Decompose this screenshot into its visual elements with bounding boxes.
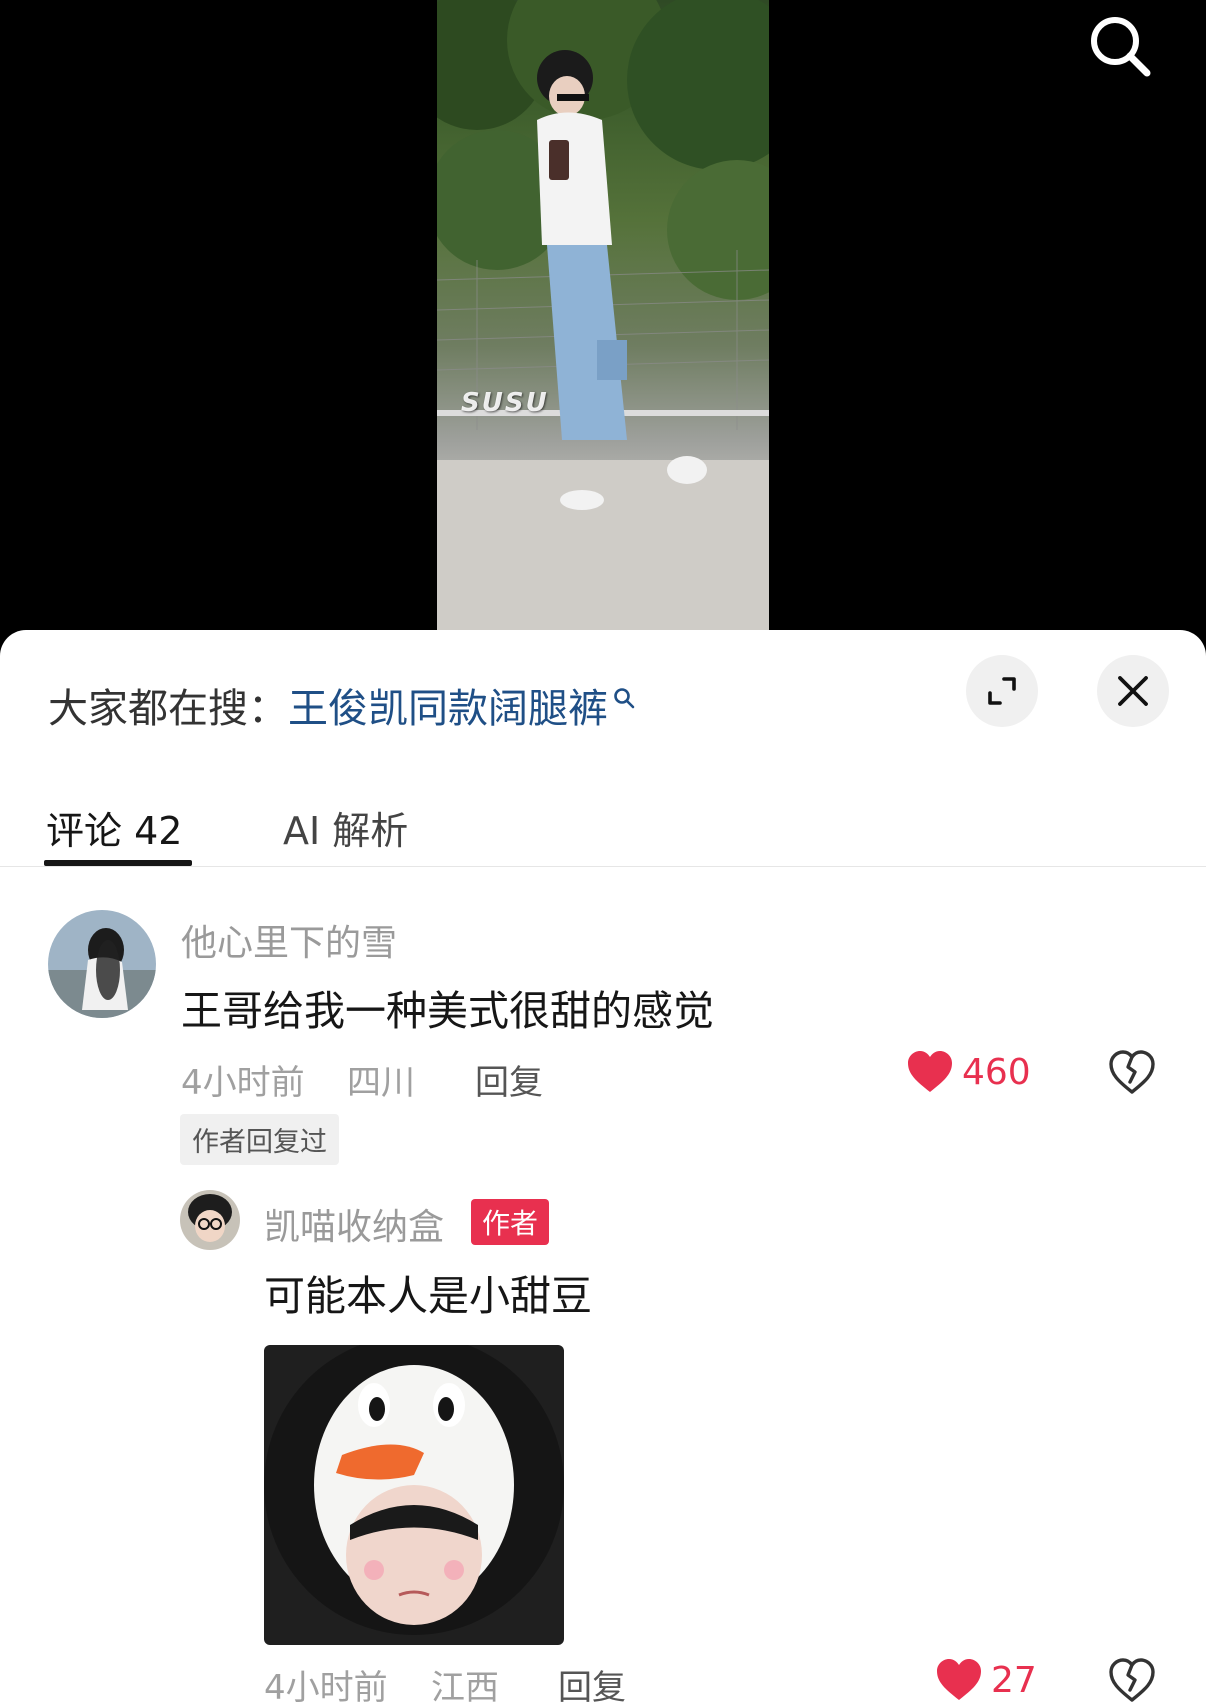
heart-icon: [937, 1659, 981, 1700]
dislike-button[interactable]: [1108, 1050, 1156, 1100]
hot-search-bar: 大家都在搜：王俊凯同款阔腿裤: [48, 676, 636, 734]
video-player[interactable]: SUSU: [0, 0, 1206, 640]
heart-icon: [908, 1051, 952, 1092]
comment-text: 王哥给我一种美式很甜的感觉: [181, 987, 714, 1035]
comments-sheet: 大家都在搜：王俊凯同款阔腿裤 评论 42 AI 解析 他心里下的雪 王哥给我一种…: [0, 630, 1206, 1707]
comment-username[interactable]: 他心里下的雪: [181, 914, 397, 966]
hot-search-keyword[interactable]: 王俊凯同款阔腿裤: [288, 686, 608, 732]
reply-reply-button[interactable]: 回复: [558, 1660, 626, 1707]
comment-time: 4小时前: [181, 1063, 305, 1103]
expand-button[interactable]: [966, 655, 1038, 727]
like-count: 460: [962, 1051, 1031, 1093]
reply-dislike-button[interactable]: [1108, 1658, 1156, 1707]
reply-text: 可能本人是小甜豆: [264, 1272, 592, 1320]
comment-location: 四川: [347, 1063, 415, 1103]
reply-username[interactable]: 凯喵收纳盒: [264, 1198, 444, 1250]
search-icon: [1091, 17, 1151, 77]
tab-ai-analysis[interactable]: AI 解析: [283, 800, 408, 855]
hot-search-prefix: 大家都在搜：: [48, 686, 288, 732]
close-icon: [1118, 676, 1148, 706]
reply-button[interactable]: 回复: [475, 1055, 543, 1104]
reply-like-count: 27: [991, 1659, 1037, 1701]
close-button[interactable]: [1097, 655, 1169, 727]
tab-bar: 评论 42 AI 解析: [0, 800, 1206, 867]
reply-location: 江西: [431, 1668, 499, 1707]
expand-icon: [988, 677, 1016, 705]
video-watermark: SUSU: [461, 388, 549, 418]
author-badge: 作者: [471, 1199, 550, 1245]
author-avatar[interactable]: [180, 1190, 240, 1250]
magnifier-icon[interactable]: [612, 674, 636, 720]
broken-heart-icon: [1109, 1658, 1155, 1702]
like-button[interactable]: 460: [906, 1050, 1031, 1094]
video-frame[interactable]: SUSU: [437, 0, 769, 630]
reply-like-button[interactable]: 27: [935, 1658, 1037, 1702]
active-tab-indicator: [44, 860, 192, 866]
reply-sticker-image[interactable]: [264, 1345, 564, 1645]
broken-heart-icon: [1109, 1050, 1155, 1094]
author-replied-tag: 作者回复过: [180, 1114, 339, 1165]
search-button[interactable]: [1084, 10, 1156, 82]
tab-comments[interactable]: 评论 42: [46, 800, 182, 855]
reply-time: 4小时前: [264, 1668, 388, 1707]
avatar[interactable]: [48, 910, 156, 1018]
video-scene: [437, 0, 769, 630]
